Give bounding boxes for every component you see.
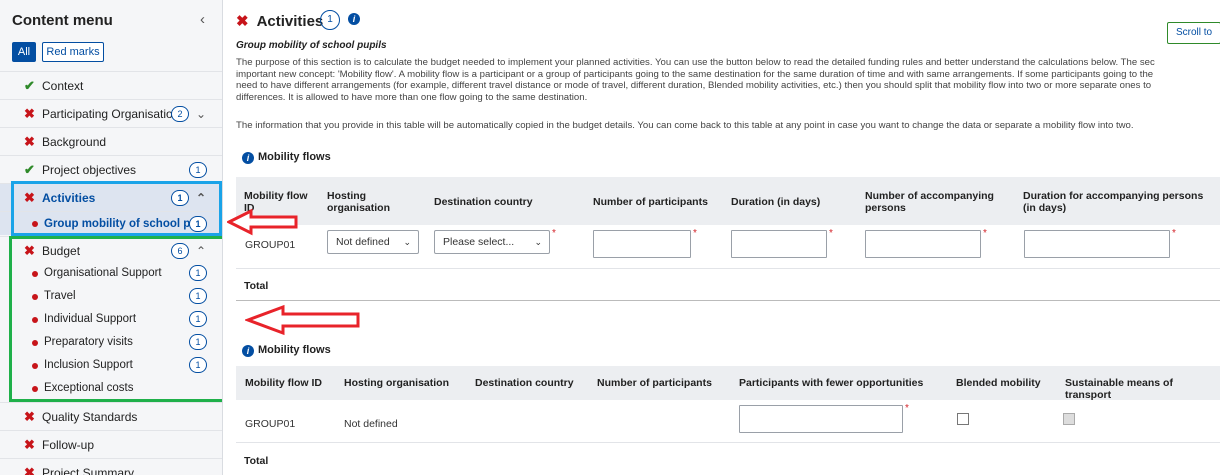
column-header: Participants with fewer opportunities [739,377,924,389]
sidebar-item-participating-organisations[interactable]: ✖ Participating Organisations 2 ⌄ [0,99,222,127]
sidebar-item-project-objectives[interactable]: ✔ Project objectives 1 [0,155,222,183]
filter-all-button[interactable]: All [12,42,36,62]
column-header: Blended mobility [956,377,1041,389]
column-header: Number of participants [593,196,708,208]
sidebar-item-label: Project Summary [42,466,135,475]
column-header: Sustainable means of transport [1065,377,1173,401]
row-divider [236,442,1220,443]
scroll-to-button[interactable]: Scroll to [1167,22,1220,44]
cross-icon: ✖ [24,134,35,149]
sidebar-item-project-summary[interactable]: ✖ Project Summary [0,458,222,475]
mobility-flows-title-1: i Mobility flows [242,151,331,164]
required-marker: * [905,403,909,414]
select-value: Please select... [443,236,515,248]
cross-icon: ✖ [236,13,249,30]
intro-paragraph: The purpose of this section is to calcul… [236,57,1220,103]
number-of-participants-input[interactable] [593,230,691,258]
required-marker: * [552,228,556,239]
sustainable-transport-checkbox[interactable] [1063,413,1075,425]
sidebar-title: Content menu [12,12,113,29]
hosting-organisation-select[interactable]: Not defined ⌄ [327,230,419,254]
blended-mobility-checkbox[interactable] [957,413,969,425]
check-icon: ✔ [24,78,35,93]
required-marker: * [1172,228,1176,239]
red-arrow-annotation-budget [245,304,360,336]
row-divider [236,268,1220,269]
chevron-down-icon[interactable]: ⌄ [196,100,206,128]
required-marker: * [829,228,833,239]
section-title-text: Mobility flows [258,151,331,163]
column-header: Hosting organisation [327,190,391,214]
column-header: Mobility flow ID [245,377,322,389]
accompanying-persons-input[interactable] [865,230,981,258]
sidebar-item-label: Project objectives [42,163,137,177]
cross-icon: ✖ [24,106,35,121]
column-header: Duration for accompanying persons (in da… [1023,190,1204,214]
sidebar-item-label: Context [42,79,84,93]
mobility-flow-id: GROUP01 [245,418,296,430]
highlight-box-budget [9,236,222,402]
section-divider [236,300,1220,301]
sidebar-item-label: Background [42,135,107,149]
column-header: Duration (in days) [731,196,821,208]
column-header: Number of participants [597,377,712,389]
sidebar-item-follow-up[interactable]: ✖ Follow-up [0,430,222,458]
info-paragraph: The information that you provide in this… [236,120,1134,131]
sidebar-item-context[interactable]: ✔ Context [0,71,222,99]
paragraph-line: The purpose of this section is to calcul… [236,57,1155,68]
sidebar-item-label: Follow-up [42,438,95,452]
section-title-text: Mobility flows [258,344,331,356]
page-title-text: Activities [256,13,324,30]
select-value: Not defined [336,236,390,248]
table-total-label: Total [244,455,269,467]
chevron-down-icon: ⌄ [534,237,542,247]
section-subtitle: Group mobility of school pupils [236,40,387,51]
hosting-organisation-value: Not defined [344,418,398,430]
paragraph-line: need to have different arrangements (for… [236,80,1152,91]
required-marker: * [693,228,697,239]
fewer-opportunities-input[interactable] [739,405,903,433]
chevron-down-icon: ⌄ [403,237,411,247]
count-badge: 1 [189,162,207,178]
destination-country-select[interactable]: Please select... ⌄ [434,230,550,254]
paragraph-line: important new concept: 'Mobility flow'. … [236,68,1154,80]
cross-icon: ✖ [24,465,35,475]
count-badge: 2 [171,106,189,122]
sidebar-item-label: Quality Standards [42,410,138,424]
column-header: Destination country [434,196,533,208]
sidebar-item-background[interactable]: ✖ Background [0,127,222,155]
check-icon: ✔ [24,162,35,177]
info-icon[interactable]: i [242,152,254,164]
page-title: ✖ Activities [236,12,323,30]
mobility-flows-title-2: i Mobility flows [242,344,331,357]
red-arrow-annotation-activities [227,208,298,236]
info-icon[interactable]: i [348,13,360,25]
paragraph-line: differences. It is allowed to have more … [236,91,588,103]
title-count-badge: 1 [320,10,340,30]
accompanying-duration-input[interactable] [1024,230,1170,258]
cross-icon: ✖ [24,409,35,424]
cross-icon: ✖ [24,437,35,452]
column-header: Hosting organisation [344,377,449,389]
highlight-box-activities [11,181,222,236]
table-total-label: Total [244,280,269,292]
content-menu-sidebar: Content menu ‹ All Red marks ✔ Context ✖… [0,0,223,475]
column-header: Destination country [475,377,574,389]
filter-red-marks-button[interactable]: Red marks [42,42,104,62]
required-marker: * [983,228,987,239]
duration-input[interactable] [731,230,827,258]
sidebar-item-quality-standards[interactable]: ✖ Quality Standards [0,402,222,430]
mobility-flow-id: GROUP01 [245,239,296,251]
column-header: Number of accompanying persons [865,190,994,214]
chevron-left-icon[interactable]: ‹ [200,11,205,28]
sidebar-item-label: Participating Organisations [42,107,186,121]
info-icon[interactable]: i [242,345,254,357]
